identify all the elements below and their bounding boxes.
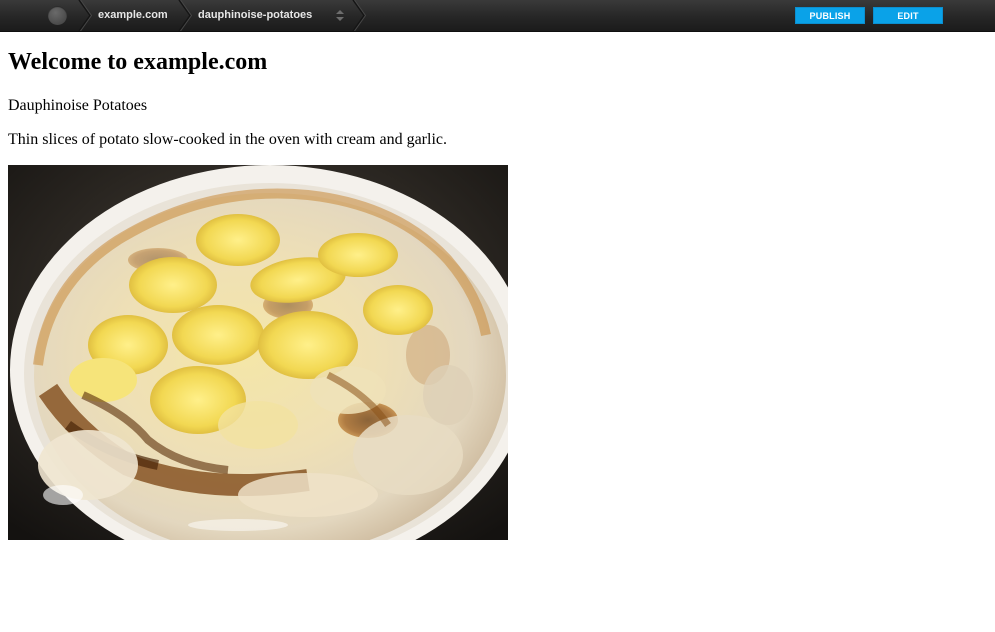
- publish-button[interactable]: PUBLISH: [795, 7, 865, 24]
- recipe-title: Dauphinoise Potatoes: [8, 97, 148, 114]
- edit-button[interactable]: EDIT: [873, 7, 943, 24]
- recipe-photo: [8, 165, 508, 540]
- breadcrumb-separator: [78, 0, 92, 31]
- page-heading: Welcome to example.com: [8, 49, 268, 75]
- breadcrumb-separator: [178, 0, 192, 31]
- breadcrumb-page[interactable]: dauphinoise-potatoes: [198, 9, 312, 21]
- top-toolbar: example.com dauphinoise-potatoes PUBLISH…: [0, 0, 995, 32]
- circle-icon[interactable]: [48, 6, 67, 25]
- breadcrumb-separator: [352, 0, 366, 31]
- breadcrumb-site[interactable]: example.com: [98, 9, 168, 21]
- up-down-arrows-icon[interactable]: [335, 9, 345, 22]
- recipe-description: Thin slices of potato slow-cooked in the…: [8, 131, 447, 148]
